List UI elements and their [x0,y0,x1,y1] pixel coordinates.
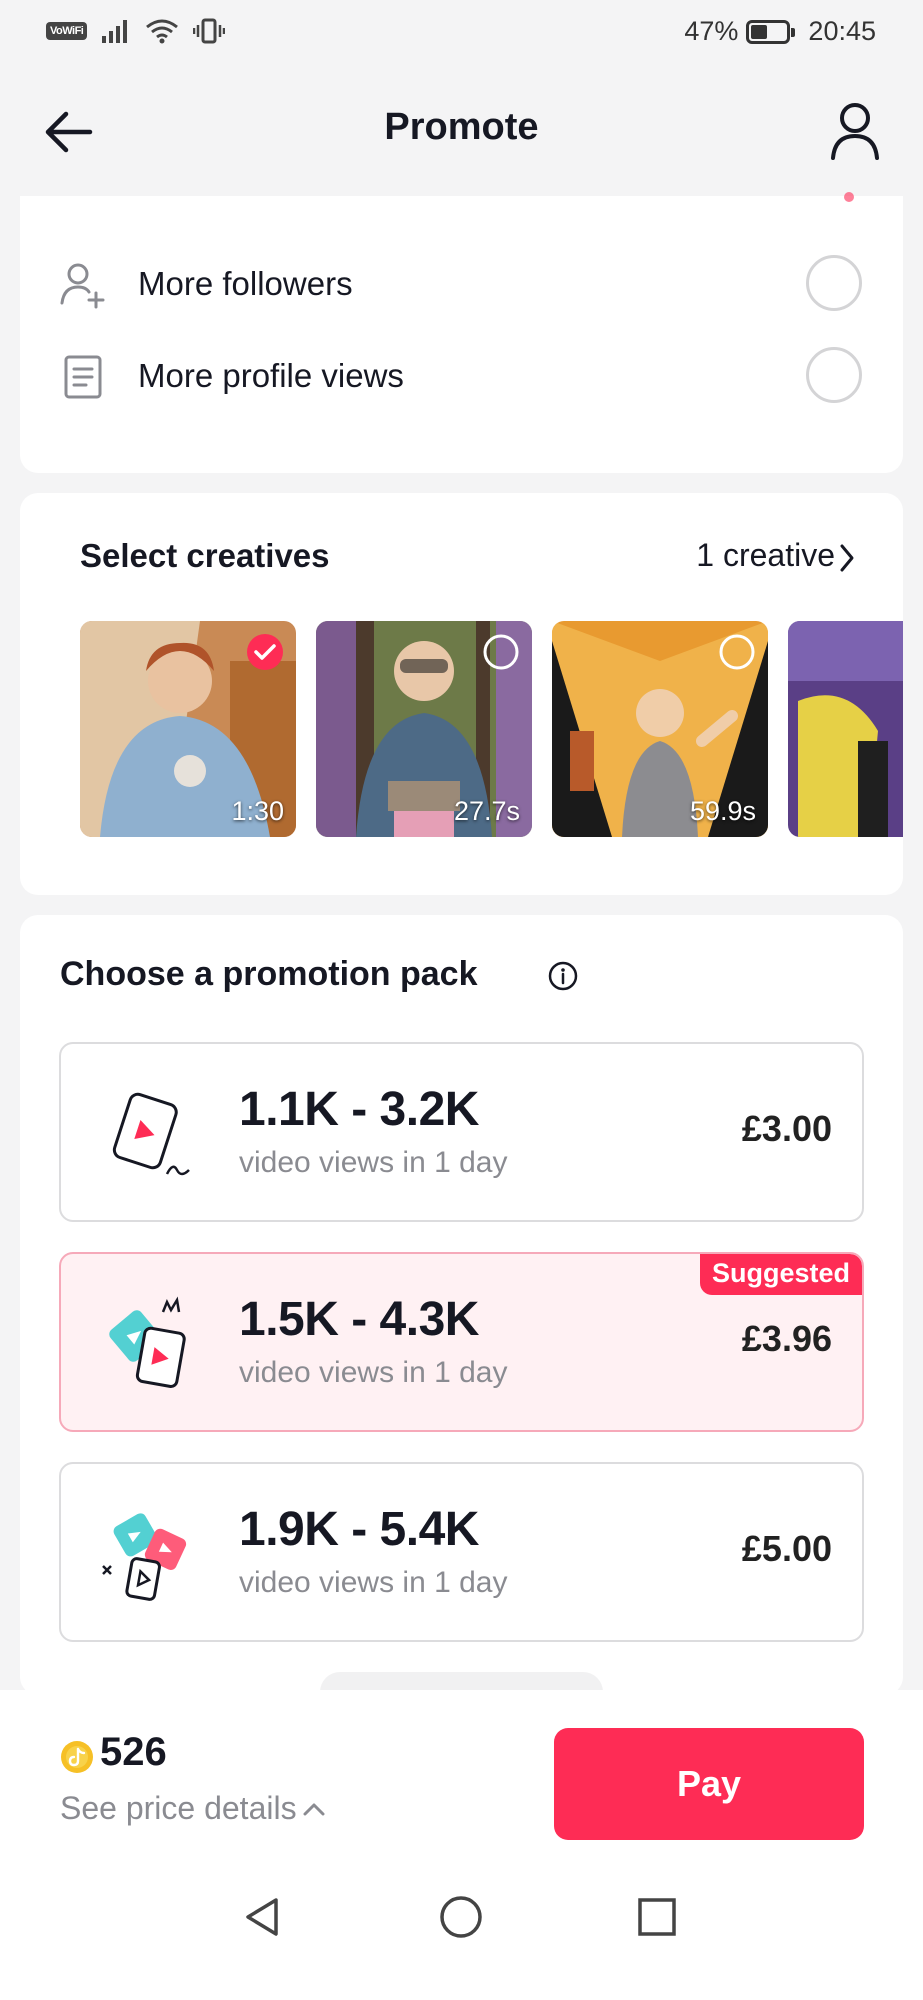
document-icon [64,355,102,399]
goal-option-followers[interactable]: More followers [20,237,903,327]
views-range: 1.5K - 4.3K [239,1293,479,1346]
price-details-label: See price details [60,1790,297,1826]
clock: 20:45 [808,16,876,46]
coin-balance: 526 [100,1730,167,1774]
promote-screen: VoWiFi 47% 20:45 Promote More followers … [0,0,923,2000]
goal-label: More followers [138,265,353,302]
signal-icon [102,20,128,43]
battery-percent: 47% [684,16,739,46]
person-icon[interactable] [827,100,883,162]
views-range: 1.9K - 5.4K [239,1503,479,1556]
video-duration: 27.7s [453,796,520,826]
header: Promote [0,66,923,196]
pack-option-suggested[interactable]: Suggested 1.5K - 4.3K video views in 1 d… [59,1252,864,1432]
video-duration: 1:30 [231,796,284,826]
home-circle-icon[interactable] [436,1892,486,1942]
goals-card: More followers More profile views [20,192,903,473]
creative-thumbnail[interactable]: 1:30 [80,621,296,837]
views-subtitle: video views in 1 day [239,1566,508,1599]
vibrate-icon [193,18,226,44]
creative-count-link[interactable]: 1 creative [696,537,835,574]
coin-icon [61,1741,93,1773]
section-title: Choose a promotion pack [60,955,478,993]
scroll-hint-dot [844,192,854,202]
page-title: Promote [384,106,539,148]
unchecked-icon[interactable] [718,633,756,671]
video-cards-triple-icon [102,1513,187,1601]
recents-square-icon[interactable] [632,1892,682,1942]
goal-radio[interactable] [806,347,862,403]
views-subtitle: video views in 1 day [239,1146,508,1179]
unchecked-icon[interactable] [482,633,520,671]
video-duration: 59.9s [689,796,756,826]
views-subtitle: video views in 1 day [239,1356,508,1389]
chevron-right-icon[interactable] [839,543,855,573]
status-bar: VoWiFi 47% 20:45 [0,0,923,66]
info-icon[interactable] [548,961,578,991]
price-details-toggle[interactable]: See price details [60,1790,325,1827]
creative-thumbnail[interactable]: 27.7s [316,621,532,837]
add-person-icon [60,263,105,309]
creative-thumbnail[interactable] [788,621,903,837]
goal-label: More profile views [138,357,404,394]
chevron-up-icon [303,1803,325,1815]
checked-icon[interactable] [246,633,284,671]
vowifi-indicator: VoWiFi [46,22,88,40]
back-triangle-icon[interactable] [238,1892,288,1942]
pack-option[interactable]: 1.1K - 3.2K video views in 1 day £3.00 [59,1042,864,1222]
goal-radio[interactable] [806,255,862,311]
battery-level [751,24,768,39]
pack-option[interactable]: 1.9K - 5.4K video views in 1 day £5.00 [59,1462,864,1642]
wifi-icon [146,19,179,44]
creatives-carousel[interactable]: 1:30 27.7s 59.9s [80,621,903,837]
promotion-packs-card: Choose a promotion pack 1.1K - 3.2K vide… [20,915,903,1695]
pay-button[interactable]: Pay [554,1728,864,1840]
checkout-bar: 526 See price details Pay [0,1690,923,1850]
pack-price: £3.96 [741,1318,832,1359]
section-title: Select creatives [80,537,330,574]
system-nav-bar [0,1850,923,2000]
suggested-badge: Suggested [699,1254,862,1295]
pack-price: £3.00 [741,1108,832,1149]
creatives-card: Select creatives 1 creative 1:30 27.7s 5… [20,493,903,895]
video-cards-double-icon [109,1296,186,1388]
views-range: 1.1K - 3.2K [239,1083,479,1136]
video-card-icon [112,1092,190,1176]
video-preview-image [788,621,903,837]
battery-icon [746,19,796,44]
creative-thumbnail[interactable]: 59.9s [552,621,768,837]
goal-option-profile-views[interactable]: More profile views [20,329,903,419]
pack-price: £5.00 [741,1528,832,1569]
